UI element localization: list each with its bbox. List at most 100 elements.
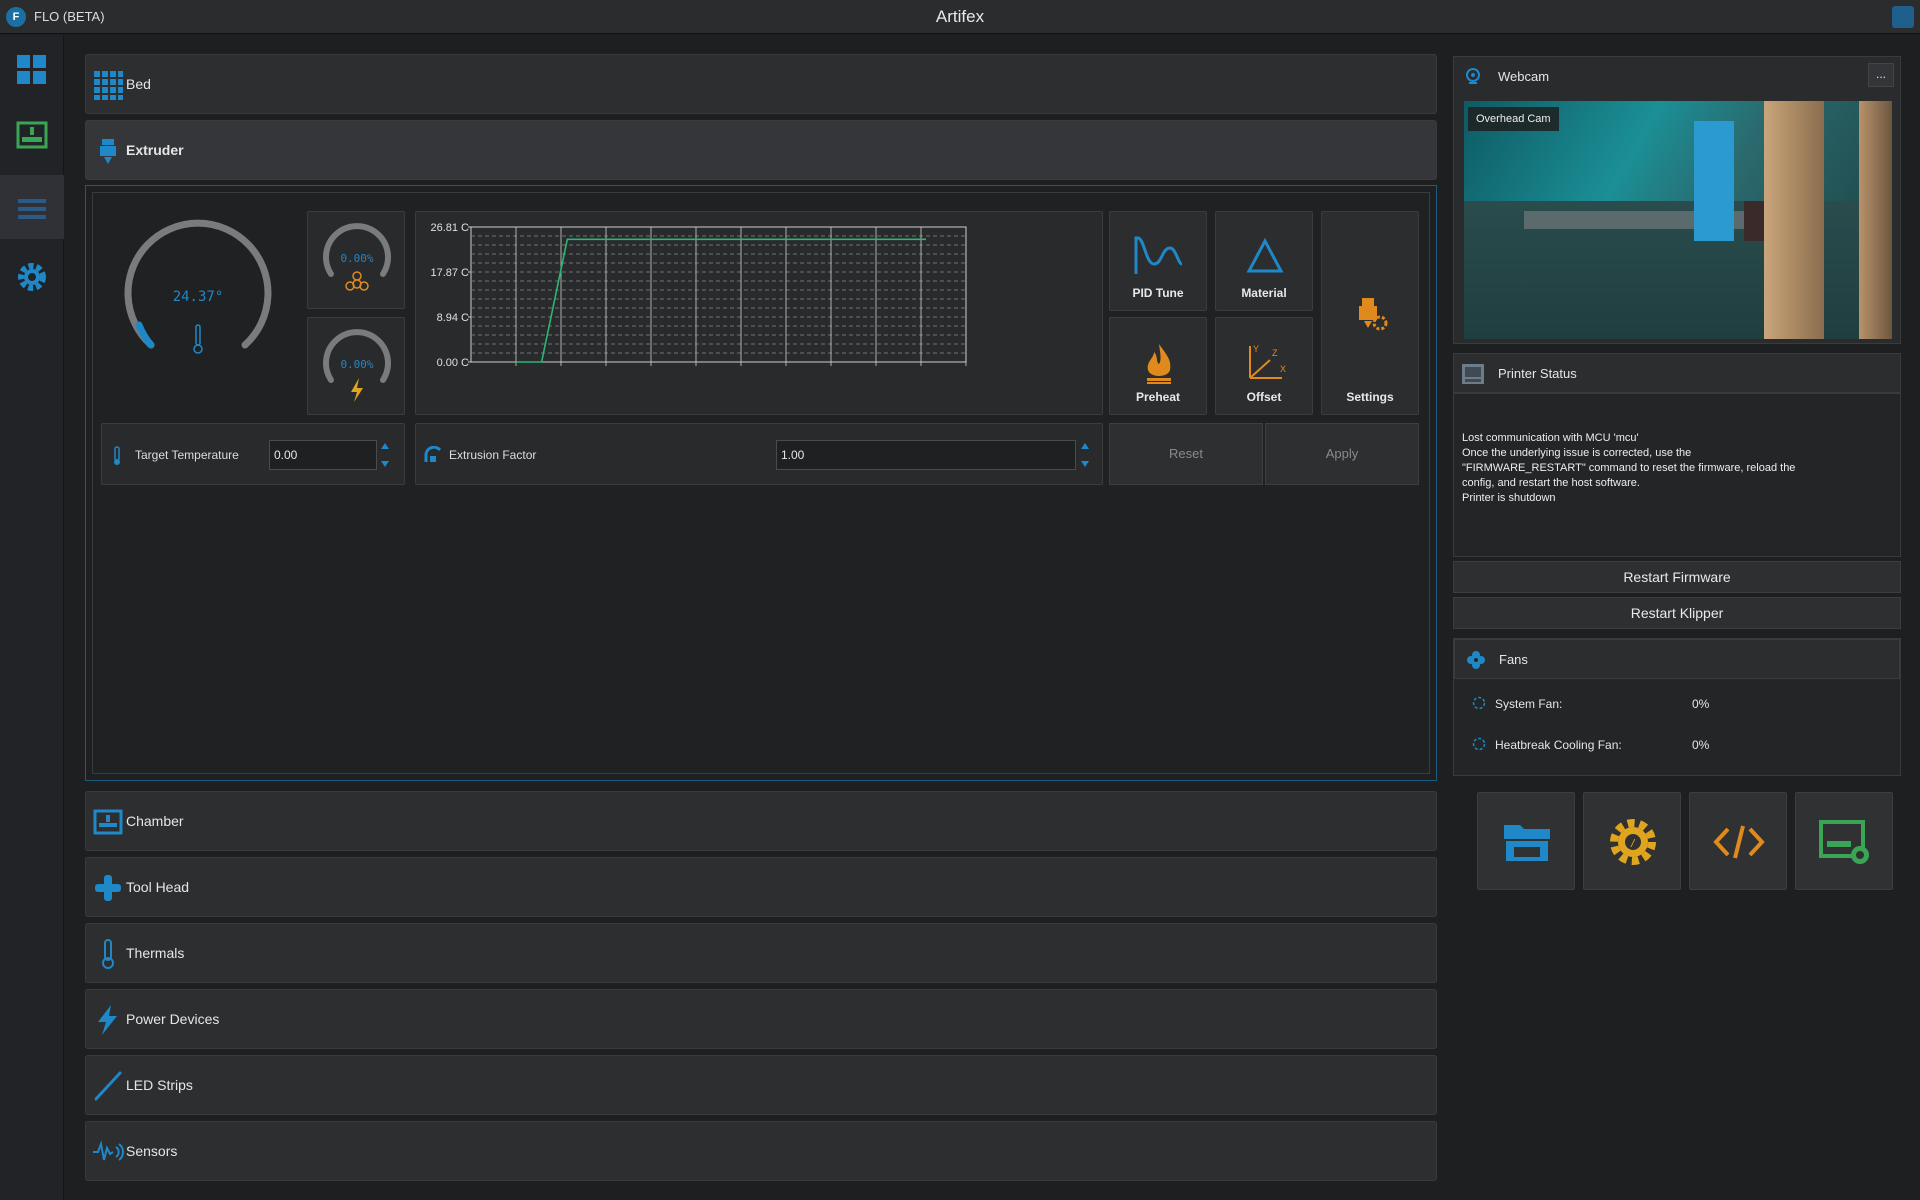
thermometer-small-icon [114,446,120,465]
bed-grid-icon [94,71,123,100]
tool-head-icon [95,875,121,901]
fan-small-icon [1472,737,1486,751]
section-chamber-label: Chamber [126,813,184,829]
apply-button[interactable]: Apply [1265,423,1419,485]
section-chamber[interactable]: Chamber [85,791,1437,851]
webcam-feed: Overhead Cam [1464,101,1892,339]
fan-gauge-panel: 0.00% [307,211,405,309]
nav-dashboard-button[interactable] [0,35,64,99]
config-button[interactable]: / [1583,792,1681,890]
offset-button[interactable]: Y Z X Offset [1215,317,1313,415]
triangle-icon [1246,238,1284,273]
printer-icon [1462,364,1484,384]
folder-printer-icon [1504,825,1550,861]
target-temperature-label: Target Temperature [135,448,239,462]
temperature-value: 24.37° [172,289,224,305]
section-extruder-label: Extruder [126,142,184,158]
network-status-icon[interactable] [1892,6,1914,28]
gear-icon [18,263,46,291]
section-thermals[interactable]: Thermals [85,923,1437,983]
webcam-menu-button[interactable]: ... [1868,63,1894,87]
printer-icon [16,121,48,149]
pid-tune-label: PID Tune [1132,286,1184,300]
nav-controls-button[interactable] [0,175,64,239]
material-button[interactable]: Material [1215,211,1313,311]
sensor-wave-icon [93,1140,124,1161]
section-power-devices-label: Power Devices [126,1011,220,1027]
extruder-panel: 24.37° 0.00% 0.00% 26.81 C 17.87 C 8.94 C 0… [85,185,1437,781]
section-power-devices[interactable]: Power Devices [85,989,1437,1049]
flame-icon [1147,344,1171,384]
thermometer-icon [102,939,114,969]
extrusion-factor-icon [424,446,442,462]
fan-icon [1467,651,1485,669]
lightning-icon [351,378,363,402]
fan-value: 0% [1692,697,1710,711]
dashboard-icon [17,55,46,84]
extruder-settings-button[interactable]: Settings [1321,211,1419,415]
extrusion-factor-panel: Extrusion Factor 1.00 [415,423,1103,485]
settings-label: Settings [1346,390,1394,404]
pid-tune-button[interactable]: PID Tune [1109,211,1207,311]
extruder-settings-icon [1359,298,1388,331]
offset-label: Offset [1246,390,1282,404]
printer-status-line: config, and restart the host software. [1462,477,1640,489]
extrusion-factor-input[interactable]: 1.00 [776,440,1076,470]
fan-label: System Fan: [1495,697,1563,711]
fan-value: 0% [1692,738,1710,752]
webcam-title: Webcam [1498,69,1550,84]
thermometer-icon [193,344,203,354]
target-temperature-stepper[interactable] [379,440,391,470]
section-led-strips[interactable]: LED Strips [85,1055,1437,1115]
gear-code-icon: / [1610,819,1656,865]
printer-status-header: Printer Status [1453,353,1901,393]
sine-wave-icon [1134,236,1183,274]
led-strip-icon [94,1071,122,1101]
section-thermals-label: Thermals [126,945,185,961]
machine-settings-button[interactable] [1795,792,1893,890]
printer-status-message-box: Lost communication with MCU 'mcu' Once t… [1453,393,1901,557]
files-button[interactable] [1477,792,1575,890]
controls-icon [18,199,46,219]
fan-label: Heatbreak Cooling Fan: [1495,738,1622,752]
extrusion-factor-stepper[interactable] [1079,440,1091,470]
printer-status-line: Lost communication with MCU 'mcu' [1462,432,1639,444]
printer-status-line: Once the underlying issue is corrected, … [1462,447,1692,459]
extrusion-factor-label: Extrusion Factor [449,448,537,462]
title-bar: F FLO (BETA) Artifex [0,0,1920,34]
console-button[interactable] [1689,792,1787,890]
chamber-icon [93,809,123,835]
target-temperature-input[interactable]: 0.00 [269,440,377,470]
preheat-button[interactable]: Preheat [1109,317,1207,415]
fans-panel: Fans System Fan: 0% Heatbreak Cooling Fa… [1453,638,1901,776]
webcam-icon [1466,68,1480,84]
section-tool-head[interactable]: Tool Head [85,857,1437,917]
chart-y-tick-label: 0.00 C [437,357,469,369]
nav-printer-button[interactable] [0,105,64,169]
fans-header: Fans [1454,639,1900,679]
section-sensors-label: Sensors [126,1143,178,1159]
section-extruder[interactable]: Extruder [85,120,1437,180]
axes-icon: Y Z X [1249,344,1286,379]
extruder-inner-panel: 24.37° 0.00% 0.00% 26.81 C 17.87 C 8.94 C 0… [92,192,1430,774]
svg-text:/: / [1630,838,1636,849]
restart-klipper-button[interactable]: Restart Klipper [1453,597,1901,629]
reset-button[interactable]: Reset [1109,423,1263,485]
temperature-gauge: 24.37° [113,215,283,375]
nav-settings-button[interactable] [0,245,64,309]
fan-icon [345,271,369,291]
target-temperature-panel: Target Temperature 0.00 [101,423,405,485]
left-navigation [0,35,64,1200]
printer-status-line: "FIRMWARE_RESTART" command to reset the … [1462,462,1796,474]
restart-firmware-button[interactable]: Restart Firmware [1453,561,1901,593]
chart-y-tick-label: 17.87 C [430,267,469,279]
material-label: Material [1241,286,1287,300]
preheat-label: Preheat [1135,390,1181,404]
webcam-camera-name: Overhead Cam [1468,107,1559,131]
section-sensors[interactable]: Sensors [85,1121,1437,1181]
chart-y-tick-label: 26.81 C [430,222,469,234]
section-bed[interactable]: Bed [85,54,1437,114]
fans-title: Fans [1499,652,1528,667]
code-icon [1713,825,1765,859]
axis-z-letter: Z [1272,348,1278,358]
